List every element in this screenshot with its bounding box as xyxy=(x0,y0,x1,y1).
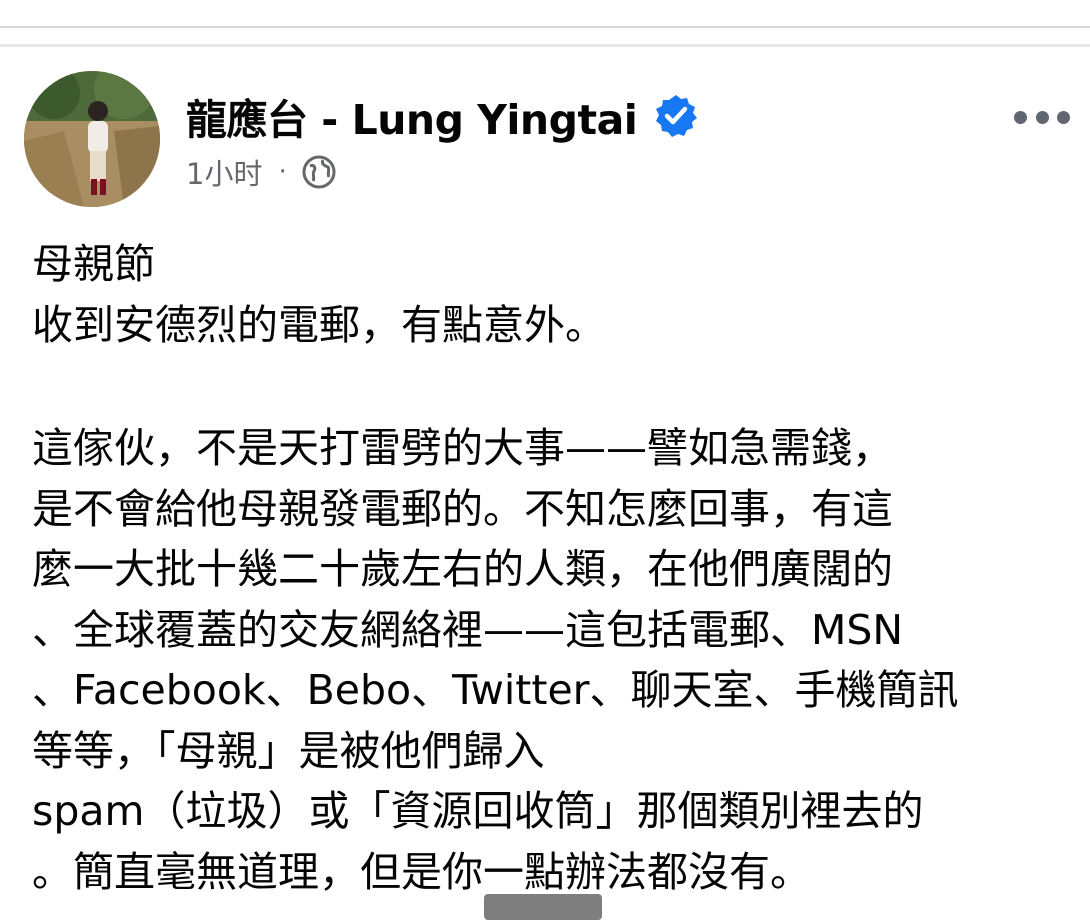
post-text-line: 是不會給他母親發電郵的。不知怎麼回事，有這 xyxy=(32,484,893,533)
post-timestamp[interactable]: 1小时 xyxy=(186,151,262,193)
facebook-post: 龍應台 - Lung Yingtai 1小时 · 母親節 收到安德烈的電郵，有點… xyxy=(0,48,1090,921)
post-meta: 1小时 · xyxy=(186,150,337,194)
avatar-photo xyxy=(24,71,160,207)
post-text-line: 等等，「母親」是被他們歸入 xyxy=(32,726,545,775)
avatar[interactable] xyxy=(24,71,160,207)
post-text-line: 、全球覆蓋的交友網絡裡——這包括電郵、MSN xyxy=(32,605,904,654)
post-text-line: 收到安德烈的電郵，有點意外。 xyxy=(32,300,606,349)
divider xyxy=(0,44,1090,47)
post-text-line: 這傢伙，不是天打雷劈的大事——譬如急需錢， xyxy=(32,424,893,472)
verified-badge-icon xyxy=(656,95,698,137)
post-text-line: 麼一大批十幾二十歲左右的人類，在他們廣闊的 xyxy=(32,545,893,593)
dot xyxy=(1057,110,1070,124)
post-text-line xyxy=(32,355,1072,418)
post-text-line: spam（垃圾）或「資源回收筒」那個類別裡去的 xyxy=(32,787,924,835)
globe-icon xyxy=(302,155,336,189)
dot xyxy=(1014,110,1027,124)
post-text-line: 、Facebook、Bebo、Twitter、聊天室、手機簡訊 xyxy=(32,666,959,714)
dot xyxy=(1035,110,1049,124)
meta-separator: · xyxy=(278,157,287,187)
watermark xyxy=(484,894,602,920)
more-options-icon[interactable] xyxy=(1014,102,1070,132)
post-text-line: 母親節 xyxy=(32,240,155,288)
author-name[interactable]: 龍應台 - Lung Yingtai xyxy=(186,86,638,146)
divider xyxy=(0,26,1090,28)
previous-post-edge xyxy=(0,0,1090,48)
post-text-line: 。簡直毫無道理，但是你一點辦法都沒有。 xyxy=(32,847,811,896)
post-header: 龍應台 - Lung Yingtai xyxy=(186,86,699,146)
post-body: 母親節 收到安德烈的電郵，有點意外。 這傢伙，不是天打雷劈的大事——譬如急需錢，… xyxy=(32,234,1072,902)
